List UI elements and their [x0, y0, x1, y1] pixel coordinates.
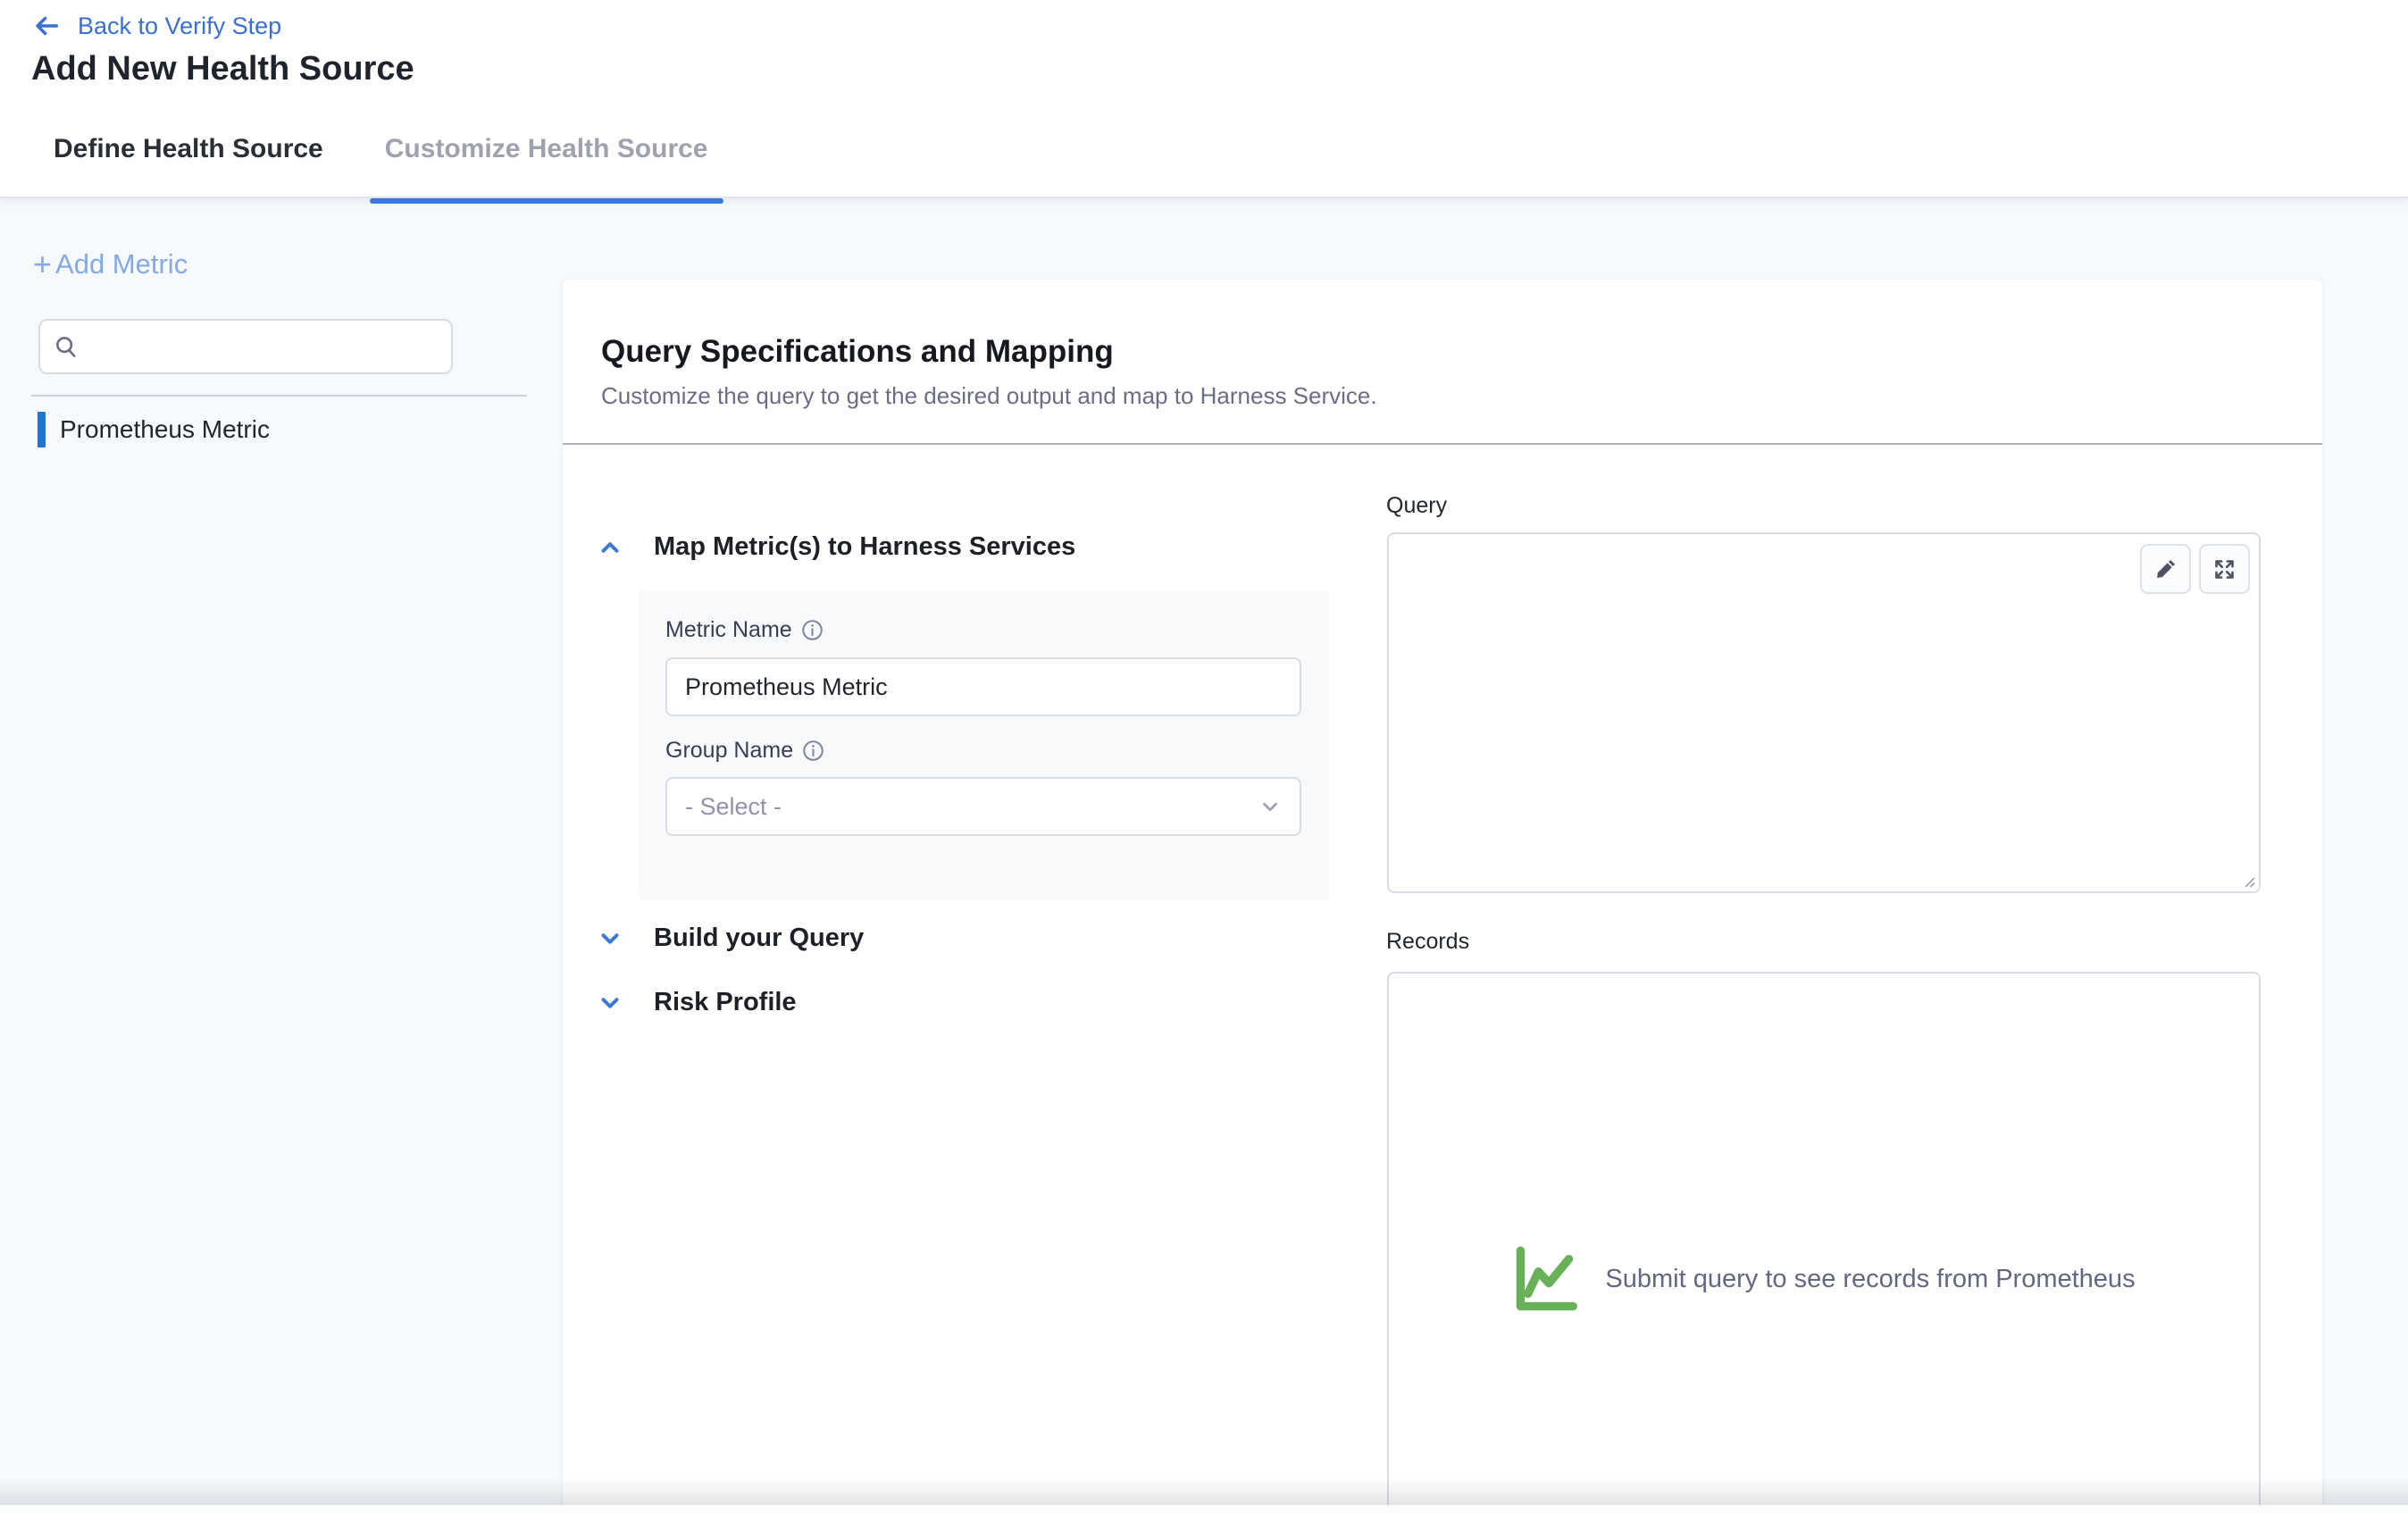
card-heading: Query Specifications and Mapping — [601, 334, 1114, 370]
records-empty-state: Submit query to see records from Prometh… — [1389, 1241, 2259, 1317]
card-subheading: Customize the query to get the desired o… — [601, 382, 1377, 410]
group-name-label: Group Name — [665, 738, 793, 764]
metric-name-label: Metric Name — [665, 617, 792, 643]
back-link-label[interactable]: Back to Verify Step — [78, 13, 281, 40]
edit-query-button[interactable] — [2140, 544, 2191, 594]
line-chart-icon — [1512, 1241, 1584, 1317]
plus-icon: + — [33, 248, 52, 280]
chevron-down-icon — [597, 990, 623, 1016]
metric-search-box — [38, 319, 453, 374]
info-icon[interactable] — [802, 740, 824, 762]
section-risk-profile-title: Risk Profile — [654, 988, 797, 1017]
add-metric-button[interactable]: + Add Metric — [33, 248, 188, 280]
footer-strip — [0, 1505, 2408, 1513]
query-textarea[interactable] — [1389, 534, 2259, 891]
page: Back to Verify Step Add New Health Sourc… — [0, 0, 2408, 1513]
chevron-down-icon — [597, 925, 623, 952]
section-build-your-query-title: Build your Query — [654, 924, 864, 953]
back-to-verify-step-link[interactable]: Back to Verify Step — [31, 11, 281, 41]
records-label: Records — [1386, 929, 1469, 955]
pencil-icon — [2154, 557, 2178, 581]
tab-bar: Define Health Source Customize Health So… — [0, 134, 723, 198]
expand-query-button[interactable] — [2199, 544, 2250, 594]
search-icon — [53, 333, 79, 360]
query-editor-box — [1387, 532, 2261, 893]
metric-name-label-row: Metric Name — [665, 617, 824, 643]
resize-handle-icon[interactable] — [2242, 874, 2256, 889]
section-build-your-query[interactable]: Build your Query — [597, 924, 864, 953]
sidebar-item-prometheus-metric[interactable]: Prometheus Metric — [38, 412, 270, 447]
group-name-label-row: Group Name — [665, 738, 824, 764]
selected-indicator-bar — [38, 412, 46, 447]
page-title: Add New Health Source — [31, 50, 414, 88]
add-metric-label: Add Metric — [55, 248, 188, 280]
back-arrow-icon — [31, 11, 62, 41]
expand-icon — [2212, 557, 2237, 581]
tab-define-health-source[interactable]: Define Health Source — [54, 134, 323, 198]
chevron-up-icon — [597, 534, 623, 561]
section-risk-profile[interactable]: Risk Profile — [597, 988, 797, 1017]
section-map-metrics[interactable]: Map Metric(s) to Harness Services — [597, 532, 1075, 562]
section-map-metrics-title: Map Metric(s) to Harness Services — [654, 532, 1075, 562]
metric-item-label: Prometheus Metric — [60, 415, 270, 444]
query-label: Query — [1386, 493, 1447, 519]
group-name-select[interactable]: - Select - — [665, 777, 1301, 836]
top-header: Back to Verify Step Add New Health Sourc… — [0, 0, 2408, 198]
records-panel: Submit query to see records from Prometh… — [1387, 972, 2261, 1513]
info-icon[interactable] — [801, 619, 824, 641]
metric-name-input[interactable] — [665, 657, 1301, 716]
active-tab-underline — [370, 198, 723, 204]
metric-search-input[interactable] — [88, 334, 428, 360]
map-metric-form-panel: Metric Name Group Name — [639, 591, 1329, 900]
tab-customize-health-source[interactable]: Customize Health Source — [370, 134, 723, 198]
sidebar-divider — [31, 395, 527, 397]
card-divider — [563, 443, 2322, 445]
group-name-placeholder: - Select - — [685, 793, 782, 821]
records-empty-text: Submit query to see records from Prometh… — [1605, 1265, 2135, 1294]
query-specifications-card: Query Specifications and Mapping Customi… — [563, 280, 2322, 1513]
chevron-down-icon — [1258, 795, 1282, 818]
